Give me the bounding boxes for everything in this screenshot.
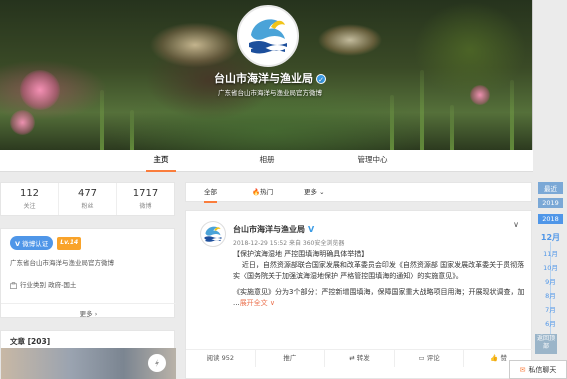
thumbs-up-icon: 👍 [490,354,501,362]
articles-card: 文章 [203] [0,330,176,379]
repost-label: 转发 [356,354,370,362]
page-subtitle: 广东省台山市海洋与渔业局官方微博 [218,89,322,97]
timeline-month[interactable]: 11月 [538,248,563,258]
tab-album[interactable]: 相册 [252,150,282,172]
tab-all[interactable]: 全部 [204,183,217,203]
repost-button[interactable]: ⇄ 转发 [325,350,395,367]
stats-card: 112 关注 477 粉丝 1717 微博 [0,182,175,216]
timeline-recent[interactable]: 最近 [538,182,563,194]
stat-number: 1717 [132,188,159,199]
post-author[interactable]: 台山市海洋与渔业局 V [233,224,314,235]
post-paragraph: 近日，自然资源部联合国家发展和改革委员会印发《自然资源部 国家发展改革委关于贯彻… [233,261,525,280]
profile-nav: 主页 相册 管理中心 [0,150,533,172]
feed-post: 台山市海洋与渔业局 V 2018-12-29 15:52 来自 360安全浏览器 … [185,210,533,379]
article-thumbnail[interactable] [1,348,176,379]
back-to-top-button[interactable]: 返回顶部 [535,334,557,354]
stat-label: 粉丝 [81,203,94,210]
post-avatar[interactable] [200,221,226,247]
stat-label: 关注 [23,203,36,210]
private-chat-button[interactable]: ✉ 私信聊天 [509,360,567,379]
stat-label: 微博 [139,203,152,210]
timeline-month[interactable]: 10月 [538,262,563,272]
envelope-icon: ✉ [519,365,526,374]
comment-icon: ▭ [418,354,427,362]
profile-info-card: V 微博认证 Lv.14 广东省台山市海洋与渔业局官方微博 行业类别 政府-国土… [0,228,176,318]
tab-home[interactable]: 主页 [146,150,176,172]
verify-badge[interactable]: V 微博认证 [10,236,54,250]
articles-heading: 文章 [203] [10,337,51,346]
timeline-month[interactable]: 12月 [538,232,563,243]
tab-hot[interactable]: 🔥热门 [252,183,273,203]
tab-more-label: 更多 [304,188,317,196]
grass-decoration [100,90,104,150]
tab-management[interactable]: 管理中心 [350,150,395,172]
cover-banner: 台山市海洋与渔业局 ✓ 广东省台山市海洋与渔业局官方微博 [0,0,533,150]
chevron-down-icon: ⌄ [319,188,325,196]
profile-logo[interactable] [237,5,299,67]
grass-decoration [390,95,394,150]
comment-label: 评论 [426,354,440,362]
feed-tabs: 全部 🔥热门 更多 ⌄ [185,182,532,203]
flower-decoration [10,110,35,135]
grass-decoration [130,110,134,150]
post-meta[interactable]: 2018-12-29 15:52 来自 360安全浏览器 [233,238,344,247]
stat-number: 112 [19,188,40,199]
stat-number: 477 [77,188,98,199]
like-label: 赞 [500,354,508,362]
play-icon[interactable] [148,354,166,372]
grass-decoration [450,105,454,150]
chat-label: 私信聊天 [528,365,557,374]
grass-decoration [420,70,424,150]
profile-description: 广东省台山市海洋与渔业局官方微博 [10,259,114,267]
dolphin-logo-icon [242,10,294,62]
more-info-link[interactable]: 更多 › [1,303,176,318]
page-title: 台山市海洋与渔业局 ✓ [170,70,370,86]
verify-label: 微博认证 [22,240,49,248]
tab-more[interactable]: 更多 ⌄ [304,183,325,203]
timeline-year-2018[interactable]: 2018 [538,214,563,224]
post-body: 【保护滨海湿地 严控围填海明确具体举措】 近日，自然资源部联合国家发展和改革委员… [233,249,525,314]
verified-icon: V [308,225,315,234]
timeline-month[interactable]: 7月 [538,304,563,314]
profile-industry: 行业类别 政府-国土 [10,279,76,289]
post-paragraph: 《实施意见》分为3个部分：严控新增围填海，保障国家重大战略项目用海；开展现状调查… [233,288,525,307]
timeline-year-2019[interactable]: 2019 [538,198,563,208]
timeline-month[interactable]: 8月 [538,290,563,300]
post-actions: 阅读 952 推广 ⇄ 转发 ▭ 评论 👍 赞 [186,349,533,367]
comment-button[interactable]: ▭ 评论 [395,350,465,367]
industry-text: 行业类别 政府-国土 [20,281,77,289]
promote-button[interactable]: 推广 [256,350,326,367]
chevron-right-icon: › [94,310,98,318]
more-label: 更多 [79,310,93,318]
briefcase-icon [10,281,17,289]
post-author-name[interactable]: 台山市海洋与渔业局 [233,225,305,234]
read-count: 阅读 952 [186,350,256,367]
expand-full-text-link[interactable]: 展开全文 ∨ [240,299,275,307]
timeline-month[interactable]: 9月 [538,276,563,286]
fire-icon: 🔥 [252,188,261,196]
level-badge[interactable]: Lv.14 [57,237,82,250]
timeline-nav: 最近 2019 2018 12月 11月 10月 9月 8月 7月 6月 5月 [538,182,563,352]
flower-decoration [20,70,60,110]
page-title-text: 台山市海洋与渔业局 [214,72,313,85]
timeline-month[interactable]: 6月 [538,318,563,328]
stat-followers[interactable]: 477 粉丝 [59,183,117,215]
post-title-line: 【保护滨海湿地 严控围填海明确具体举措】 [233,250,369,258]
verified-icon: ✓ [316,74,326,84]
tab-hot-label: 热门 [260,188,274,196]
grass-decoration [510,80,514,150]
badge-row: V 微博认证 Lv.14 [10,236,82,250]
flower-decoration [470,85,490,105]
repost-icon: ⇄ [349,354,357,362]
stat-following[interactable]: 112 关注 [1,183,59,215]
dolphin-logo-icon [204,226,222,242]
stat-posts[interactable]: 1717 微博 [117,183,174,215]
post-menu-chevron-icon[interactable]: ∨ [513,220,519,229]
